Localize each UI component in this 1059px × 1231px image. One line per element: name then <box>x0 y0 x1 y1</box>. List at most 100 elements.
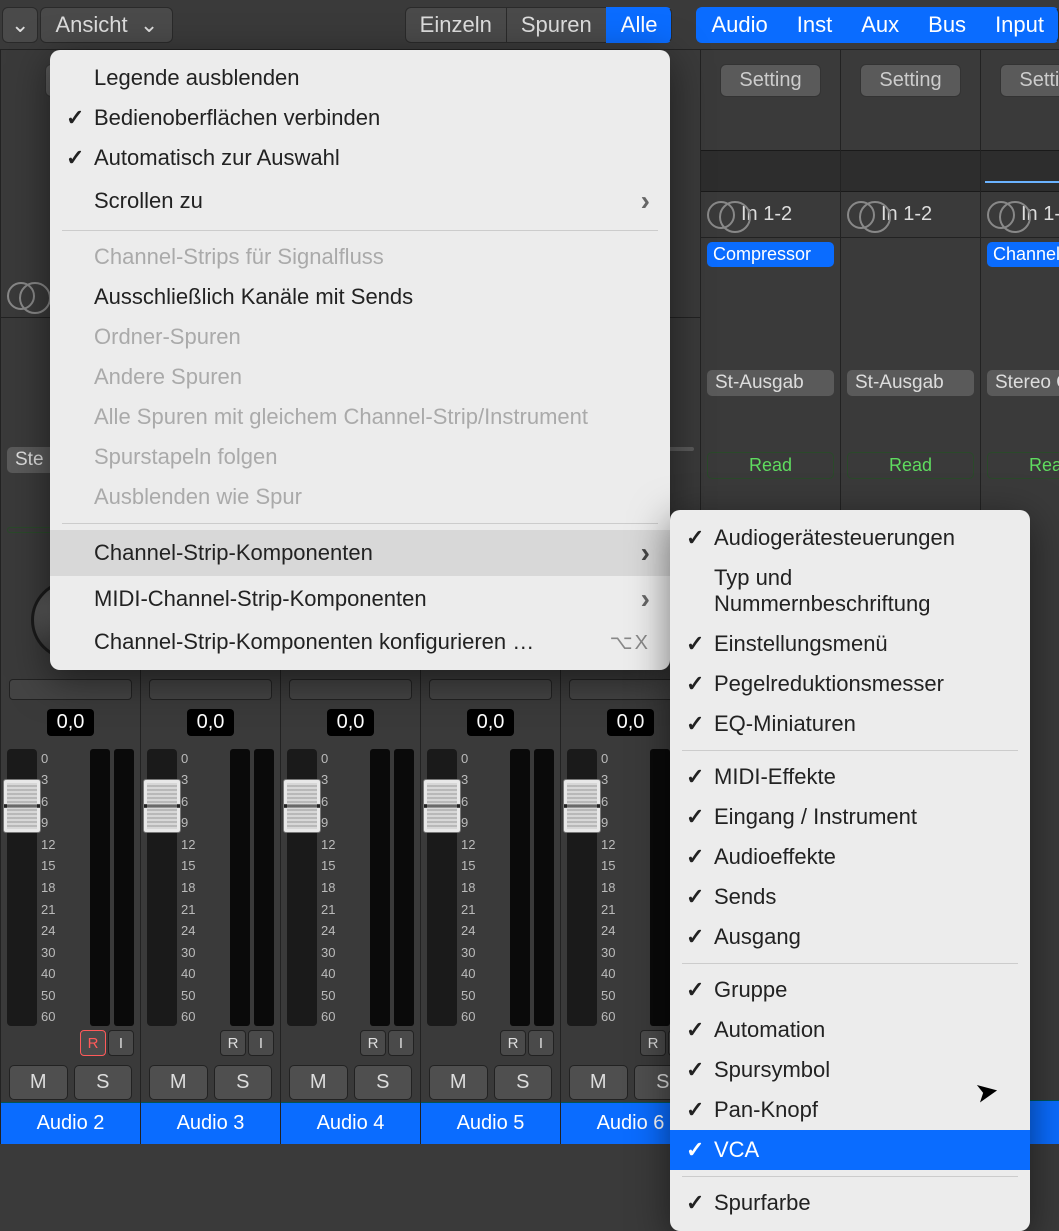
submenu-item[interactable]: Pegelreduktionsmesser <box>670 664 1030 704</box>
record-enable-button[interactable]: R <box>500 1030 526 1056</box>
fader-track[interactable] <box>7 749 37 1026</box>
mute-button[interactable]: M <box>569 1065 628 1100</box>
input-monitor-button[interactable]: I <box>528 1030 554 1056</box>
fader-cap[interactable] <box>283 779 321 833</box>
setting-button[interactable]: Setting <box>860 64 960 97</box>
menu-item-label: MIDI-Channel-Strip-Komponenten <box>94 586 427 612</box>
submenu-item[interactable]: Audiogerätesteuerungen <box>670 518 1030 558</box>
record-enable-button[interactable]: R <box>640 1030 666 1056</box>
input-monitor-button[interactable]: I <box>388 1030 414 1056</box>
eq-thumbnail[interactable] <box>841 150 980 192</box>
menu-item[interactable]: Scrollen zu <box>50 178 670 224</box>
menu-item[interactable]: Legende ausblenden <box>50 58 670 98</box>
automation-mode[interactable]: Read <box>707 452 834 479</box>
submenu-item[interactable]: Gruppe <box>670 970 1030 1010</box>
menu-item-label: Ausblenden wie Spur <box>94 484 302 510</box>
fader-cap[interactable] <box>423 779 461 833</box>
solo-button[interactable]: S <box>494 1065 553 1100</box>
fader-cap[interactable] <box>143 779 181 833</box>
view-menu-button[interactable]: Ansicht ⌄ <box>40 7 173 43</box>
menu-item[interactable]: MIDI-Channel-Strip-Komponenten <box>50 576 670 622</box>
output-slot[interactable]: St-Ausgab <box>707 370 834 396</box>
submenu-item[interactable]: Audioeffekte <box>670 837 1030 877</box>
submenu-item[interactable]: Typ und Nummernbeschriftung <box>670 558 1030 624</box>
toolbar-collapse-chevron[interactable]: ⌄ <box>2 7 38 43</box>
type-bus[interactable]: Bus <box>913 7 980 43</box>
submenu-item[interactable]: Automation <box>670 1010 1030 1050</box>
type-audio[interactable]: Audio <box>696 7 781 43</box>
menu-item[interactable]: Automatisch zur Auswahl <box>50 138 670 178</box>
fader-track[interactable] <box>427 749 457 1026</box>
io-section[interactable]: In 1-2 <box>701 192 840 238</box>
balance-slider[interactable] <box>289 679 412 700</box>
solo-button[interactable]: S <box>74 1065 133 1100</box>
automation-mode[interactable]: Read <box>847 452 974 479</box>
meter-scale: 0369121518212430405060 <box>601 749 646 1026</box>
mute-button[interactable]: M <box>289 1065 348 1100</box>
solo-button[interactable]: S <box>214 1065 273 1100</box>
submenu-item[interactable]: EQ-Miniaturen <box>670 704 1030 744</box>
insert-slot[interactable]: Channel E <box>987 242 1059 267</box>
fader-track[interactable] <box>567 749 597 1026</box>
track-name[interactable]: Audio 3 <box>141 1102 280 1144</box>
submenu-item[interactable]: Eingang / Instrument <box>670 797 1030 837</box>
menu-item[interactable]: Bedienoberflächen verbinden <box>50 98 670 138</box>
chevron-right-icon <box>641 583 650 615</box>
balance-slider[interactable] <box>149 679 272 700</box>
solo-button[interactable]: S <box>354 1065 413 1100</box>
mute-button[interactable]: M <box>9 1065 68 1100</box>
filter-einzeln[interactable]: Einzeln <box>405 7 506 43</box>
submenu-item[interactable]: Einstellungsmenü <box>670 624 1030 664</box>
fader-cap[interactable] <box>563 779 601 833</box>
submenu-item[interactable]: Spurfarbe <box>670 1183 1030 1223</box>
mute-button[interactable]: M <box>149 1065 208 1100</box>
mute-button[interactable]: M <box>429 1065 488 1100</box>
menu-item[interactable]: Channel-Strip-Komponenten <box>50 530 670 576</box>
fader-cap[interactable] <box>3 779 41 833</box>
balance-slider[interactable] <box>9 679 132 700</box>
eq-thumbnail[interactable] <box>701 150 840 192</box>
track-name[interactable]: Audio 4 <box>281 1102 420 1144</box>
record-enable-button[interactable]: R <box>360 1030 386 1056</box>
fader-track[interactable] <box>147 749 177 1026</box>
fader-track[interactable] <box>287 749 317 1026</box>
submenu-item[interactable]: MIDI-Effekte <box>670 757 1030 797</box>
insert-slot[interactable]: Compressor <box>707 242 834 267</box>
balance-slider[interactable] <box>429 679 552 700</box>
filter-alle[interactable]: Alle <box>606 7 673 43</box>
filter-spuren[interactable]: Spuren <box>506 7 606 43</box>
type-input[interactable]: Input <box>980 7 1059 43</box>
record-enable-button[interactable]: R <box>80 1030 106 1056</box>
menu-item-label: Ordner-Spuren <box>94 324 241 350</box>
submenu-item[interactable]: Sends <box>670 877 1030 917</box>
eq-thumbnail[interactable] <box>981 150 1059 192</box>
stereo-icon <box>987 201 1015 229</box>
output-slot[interactable]: Stereo Ou <box>987 370 1059 396</box>
record-enable-button[interactable]: R <box>220 1030 246 1056</box>
track-name[interactable]: Audio 5 <box>421 1102 560 1144</box>
menu-item[interactable]: Ausschließlich Kanäle mit Sends <box>50 277 670 317</box>
menu-item[interactable]: Channel-Strip-Komponenten konfigurieren … <box>50 622 670 662</box>
input-monitor-button[interactable]: I <box>108 1030 134 1056</box>
input-monitor-button[interactable]: I <box>248 1030 274 1056</box>
fader-value: 0,0 <box>467 709 515 736</box>
type-inst[interactable]: Inst <box>782 7 846 43</box>
level-meter <box>90 749 110 1026</box>
type-aux[interactable]: Aux <box>846 7 913 43</box>
io-section[interactable]: In 1-2 <box>841 192 980 238</box>
io-section[interactable]: In 1-2 <box>981 192 1059 238</box>
automation-mode[interactable]: Read <box>987 452 1059 479</box>
track-name[interactable]: Audio 2 <box>1 1102 140 1144</box>
menu-item-label: MIDI-Effekte <box>714 764 836 790</box>
fader-value: 0,0 <box>607 709 655 736</box>
setting-button[interactable]: Setting <box>1000 64 1059 97</box>
menu-item: Spurstapeln folgen <box>50 437 670 477</box>
menu-item-label: VCA <box>714 1137 759 1163</box>
fader-value: 0,0 <box>187 709 235 736</box>
setting-button[interactable]: Setting <box>720 64 820 97</box>
menu-item: Channel-Strips für Signalfluss <box>50 237 670 277</box>
submenu-item[interactable]: VCA <box>670 1130 1030 1170</box>
output-slot[interactable]: St-Ausgab <box>847 370 974 396</box>
menu-item-label: Spursymbol <box>714 1057 830 1083</box>
submenu-item[interactable]: Ausgang <box>670 917 1030 957</box>
